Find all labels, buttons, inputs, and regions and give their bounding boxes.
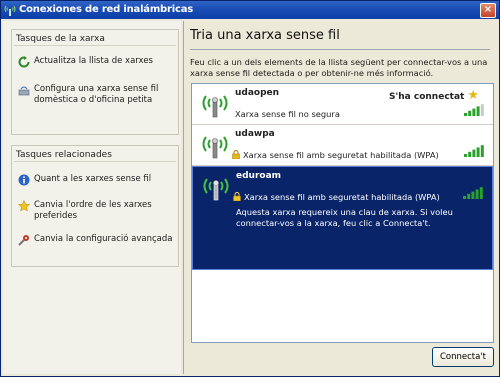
network-name: eduroam — [236, 171, 282, 181]
signal-bar — [463, 196, 466, 199]
security-status-label: Xarxa sense fil amb seguretat habilitada… — [243, 150, 439, 160]
star-icon — [18, 200, 30, 212]
lock-icon — [233, 192, 241, 201]
wireless-setup-icon — [18, 86, 30, 96]
group-divider — [14, 45, 176, 46]
refresh-icon — [18, 56, 30, 68]
refresh-network-list-label: Actualitza la llista de xarxes — [34, 56, 153, 66]
title-bar[interactable]: Conexiones de red inalámbricas × — [1, 1, 499, 19]
signal-bar — [472, 108, 476, 116]
wireless-antenna-icon — [203, 178, 229, 201]
signal-bar — [479, 187, 483, 199]
network-item-udaopen[interactable]: udaopen S'ha connectat ★ Xarxa sense fil … — [192, 84, 493, 125]
signal-bar — [471, 191, 475, 199]
wireless-connections-window: Conexiones de red inalámbricas × Tasques… — [0, 0, 500, 377]
change-preferred-order-label: Canvia l'ordre de les xarxes preferides — [34, 200, 152, 221]
about-wireless-networks-label: Quant a les xarxes sense fil — [34, 174, 152, 184]
network-selection-pane: Tria una xarxa sense fil Feu clic a un d… — [184, 21, 499, 374]
connection-status: S'ha connectat ★ — [389, 88, 479, 103]
signal-bar — [472, 149, 476, 157]
page-title: Tria una xarxa sense fil — [190, 28, 340, 43]
signal-bar — [467, 193, 471, 199]
connect-button[interactable]: Connecta't — [432, 347, 494, 367]
lock-icon — [232, 150, 240, 159]
signal-bar — [476, 106, 480, 116]
wireless-antenna-icon — [202, 136, 228, 159]
security-status: Xarxa sense fil no segura — [235, 109, 340, 119]
network-tasks-title: Tasques de la xarxa — [16, 34, 105, 44]
signal-bar — [480, 104, 484, 116]
close-button[interactable]: × — [480, 3, 496, 18]
network-key-message: Aquesta xarxa requereix una clau de xarx… — [236, 207, 453, 228]
signal-strength-icon — [463, 187, 483, 199]
related-tasks-group: Tasques relacionades Quant a les xarxes … — [11, 145, 179, 267]
wireless-network-icon — [4, 5, 16, 16]
instructions-text: Feu clic a un dels elements de la llista… — [190, 57, 488, 78]
window-title: Conexiones de red inalámbricas — [19, 4, 194, 15]
setup-wireless-network-label: Configura una xarxa sense fil domèstica … — [34, 84, 159, 105]
favorite-star-icon: ★ — [467, 88, 479, 103]
network-name: udaopen — [235, 88, 280, 98]
signal-strength-icon — [464, 104, 484, 116]
wireless-antenna-icon — [202, 95, 228, 118]
settings-icon — [18, 235, 29, 246]
security-status: Xarxa sense fil amb seguretat habilitada… — [232, 150, 439, 160]
connection-status-label: S'ha connectat — [389, 92, 465, 102]
signal-bar — [468, 110, 472, 116]
network-name: udawpa — [235, 129, 275, 139]
group-divider — [14, 161, 176, 162]
network-tasks-group: Tasques de la xarxa Actualitza la llista… — [11, 29, 179, 135]
signal-bar — [464, 154, 467, 157]
signal-bar — [464, 113, 467, 116]
signal-bar — [476, 147, 480, 157]
task-sidebar: Tasques de la xarxa Actualitza la llista… — [3, 21, 181, 374]
advanced-settings-label: Canvia la configuració avançada — [34, 234, 173, 244]
security-status-label: Xarxa sense fil amb seguretat habilitada… — [244, 192, 440, 202]
signal-strength-icon — [464, 145, 484, 157]
security-status: Xarxa sense fil amb seguretat habilitada… — [233, 192, 440, 202]
network-item-udawpa[interactable]: udawpa Xarxa sense fil amb seguretat hab… — [192, 125, 493, 166]
signal-bar — [475, 189, 479, 199]
signal-bar — [468, 151, 472, 157]
related-tasks-title: Tasques relacionades — [16, 150, 112, 160]
signal-bar — [480, 145, 484, 157]
network-item-eduroam[interactable]: eduroam Xarxa sense fil amb seguretat ha… — [192, 166, 493, 270]
network-list[interactable]: udaopen S'ha connectat ★ Xarxa sense fil … — [191, 83, 494, 343]
info-icon — [18, 174, 30, 186]
heading-underline — [190, 49, 490, 50]
